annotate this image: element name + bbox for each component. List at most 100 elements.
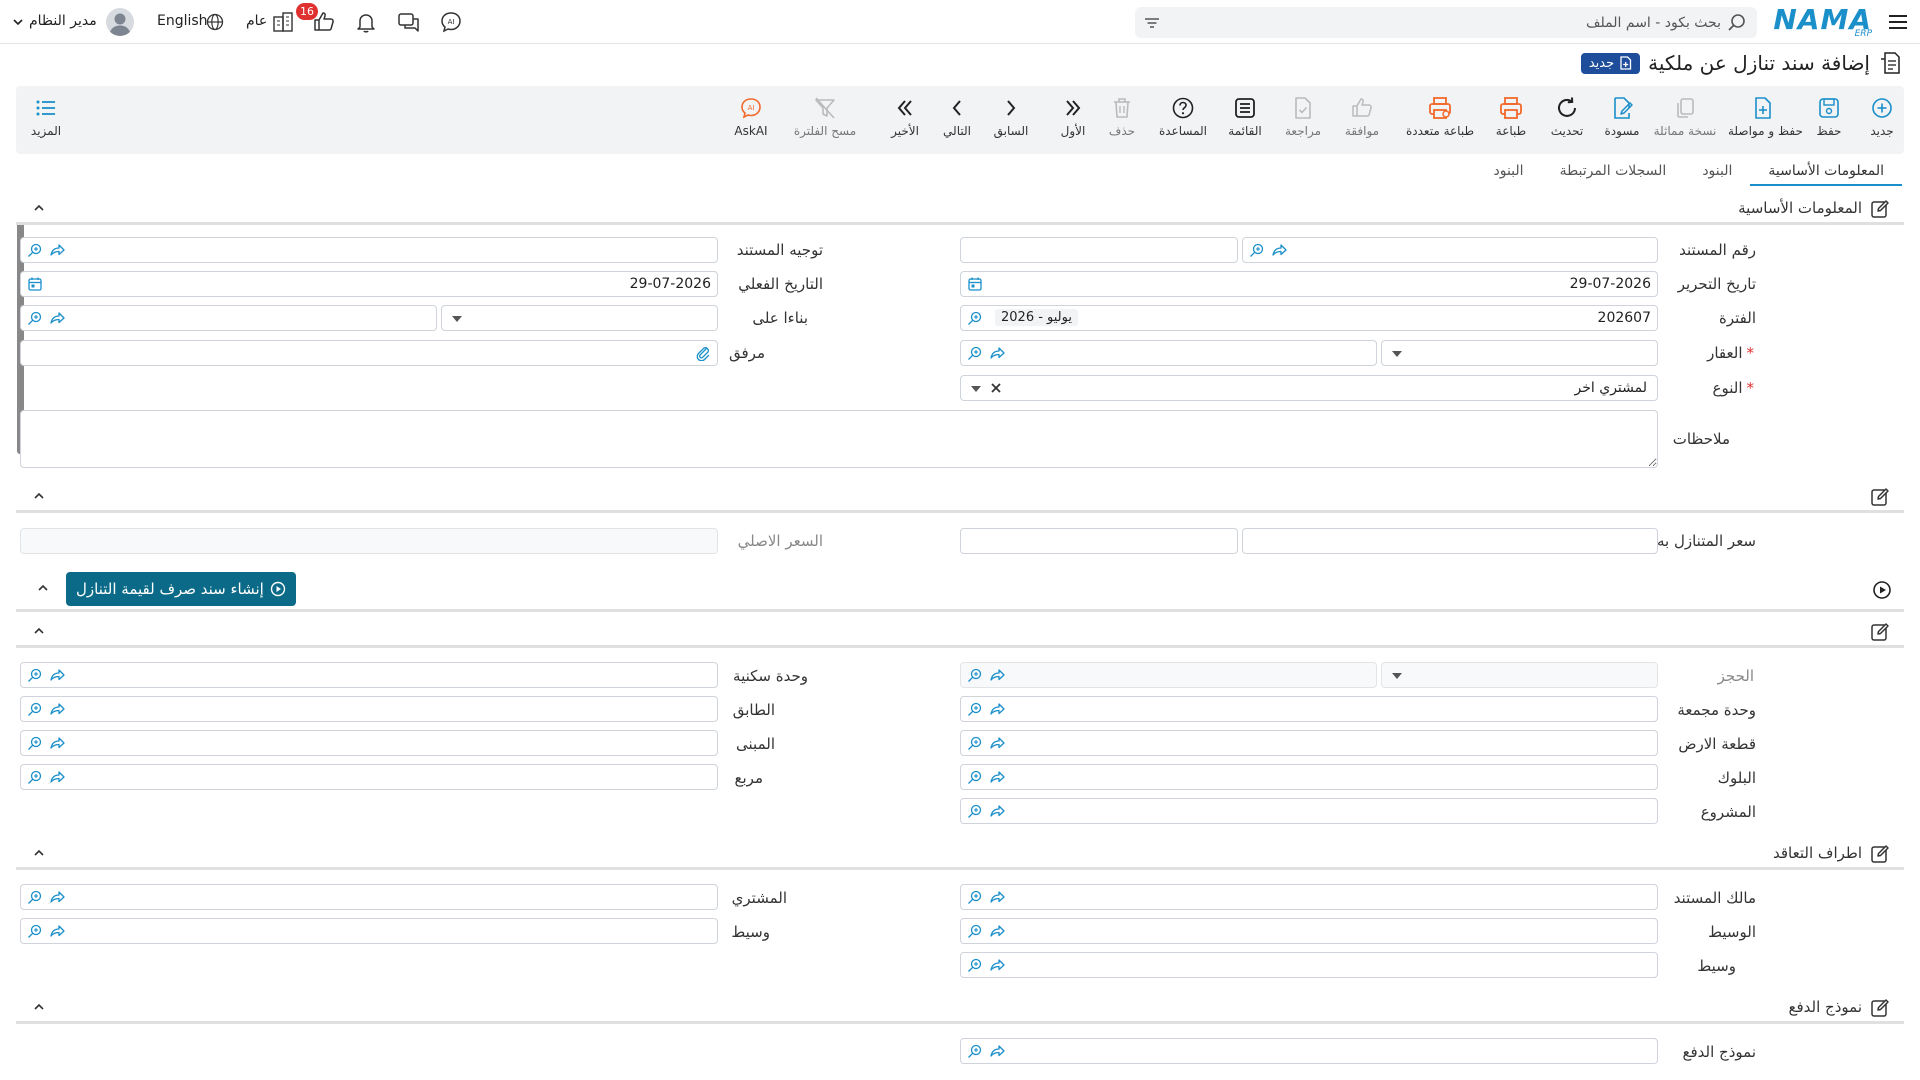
refresh-button[interactable]: تحديث xyxy=(1537,96,1597,146)
globe-icon[interactable] xyxy=(206,13,224,31)
based-on-reference-field[interactable] xyxy=(20,305,437,331)
calendar-icon[interactable] xyxy=(27,276,43,292)
copy-button[interactable]: نسخة مماثلة xyxy=(1652,96,1718,146)
draft-button[interactable]: مسودة xyxy=(1592,96,1652,146)
property-field[interactable] xyxy=(960,340,1377,366)
share-icon[interactable] xyxy=(49,242,65,258)
company-icon[interactable] xyxy=(272,11,294,33)
paperclip-icon[interactable] xyxy=(695,345,711,361)
previous-record-button[interactable]: السابق xyxy=(981,96,1041,146)
share-icon[interactable] xyxy=(49,923,65,939)
share-icon[interactable] xyxy=(989,667,1005,683)
multi-print-button[interactable]: طباعة متعددة xyxy=(1402,96,1478,146)
lookup-icon[interactable] xyxy=(27,242,43,258)
assigned-price-field[interactable] xyxy=(1242,528,1658,554)
user-avatar[interactable] xyxy=(106,8,134,36)
lookup-icon[interactable] xyxy=(967,769,983,785)
share-icon[interactable] xyxy=(49,667,65,683)
share-icon[interactable] xyxy=(989,957,1005,973)
askai-button[interactable]: AI AskAI xyxy=(721,96,781,146)
first-record-button[interactable]: الأول xyxy=(1043,96,1103,146)
property-type-select[interactable] xyxy=(1381,340,1658,366)
lookup-icon[interactable] xyxy=(1249,242,1265,258)
collapse-up-icon[interactable] xyxy=(32,489,46,503)
share-icon[interactable] xyxy=(989,889,1005,905)
land-plot-field[interactable] xyxy=(960,730,1658,756)
review-button[interactable]: مراجعة xyxy=(1273,96,1333,146)
lookup-icon[interactable] xyxy=(27,769,43,785)
clear-x-icon[interactable] xyxy=(989,381,1003,395)
share-icon[interactable] xyxy=(989,735,1005,751)
doc-number-secondary-field[interactable] xyxy=(960,237,1238,263)
lookup-icon[interactable] xyxy=(967,889,983,905)
share-icon[interactable] xyxy=(989,345,1005,361)
chevron-down-icon[interactable] xyxy=(11,15,25,29)
more-button[interactable]: المزيد xyxy=(16,96,76,146)
share-icon[interactable] xyxy=(989,1043,1005,1059)
ai-assistant-icon[interactable]: AI xyxy=(439,10,463,34)
search-icon[interactable] xyxy=(1727,13,1747,33)
share-icon[interactable] xyxy=(989,769,1005,785)
help-button[interactable]: المساعدة xyxy=(1153,96,1213,146)
list-button[interactable]: القائمة xyxy=(1215,96,1275,146)
block-field[interactable] xyxy=(960,764,1658,790)
hamburger-menu-icon[interactable] xyxy=(1886,10,1910,34)
collapse-up-icon[interactable] xyxy=(32,1000,46,1014)
project-field[interactable] xyxy=(960,798,1658,824)
collapse-up-icon[interactable] xyxy=(32,846,46,860)
broker-field[interactable] xyxy=(960,918,1658,944)
collapse-up-icon[interactable] xyxy=(32,201,46,215)
lookup-icon[interactable] xyxy=(27,310,43,326)
share-icon[interactable] xyxy=(49,310,65,326)
residential-unit-field[interactable] xyxy=(20,662,718,688)
share-icon[interactable] xyxy=(49,701,65,717)
lookup-icon[interactable] xyxy=(27,923,43,939)
lookup-icon[interactable] xyxy=(967,957,983,973)
assigned-price-secondary-field[interactable] xyxy=(960,528,1238,554)
new-button[interactable]: جديد xyxy=(1852,96,1912,146)
notes-textarea[interactable] xyxy=(20,410,1658,468)
collapse-up-icon[interactable] xyxy=(36,581,50,595)
next-record-button[interactable]: التالي xyxy=(927,96,987,146)
share-icon[interactable] xyxy=(49,735,65,751)
print-button[interactable]: طباعة xyxy=(1481,96,1541,146)
company-label[interactable]: عام xyxy=(246,13,267,29)
doc-number-field[interactable] xyxy=(1242,237,1658,263)
lookup-icon[interactable] xyxy=(967,667,983,683)
based-on-select[interactable] xyxy=(441,305,718,331)
lookup-icon[interactable] xyxy=(967,701,983,717)
save-and-continue-button[interactable]: حفظ و مواصلة xyxy=(1728,96,1803,146)
lookup-icon[interactable] xyxy=(967,310,983,326)
calendar-icon[interactable] xyxy=(967,276,983,292)
approve-button[interactable]: موافقة xyxy=(1332,96,1392,146)
share-icon[interactable] xyxy=(989,701,1005,717)
lookup-icon[interactable] xyxy=(967,735,983,751)
attachment-field[interactable] xyxy=(20,340,718,366)
lookup-icon[interactable] xyxy=(27,701,43,717)
clear-filter-button[interactable]: مسح الفلترة xyxy=(788,96,862,146)
broker2-field[interactable] xyxy=(20,918,718,944)
last-record-button[interactable]: الأخير xyxy=(875,96,935,146)
doc-owner-field[interactable] xyxy=(960,884,1658,910)
doc-direction-field[interactable] xyxy=(20,237,718,263)
combined-unit-field[interactable] xyxy=(960,696,1658,722)
search-input[interactable] xyxy=(1181,7,1721,38)
lookup-icon[interactable] xyxy=(967,1043,983,1059)
building-field[interactable] xyxy=(20,730,718,756)
collapse-up-icon[interactable] xyxy=(32,624,46,638)
save-button[interactable]: حفظ xyxy=(1799,96,1859,146)
tab-basic-info[interactable]: المعلومات الأساسية xyxy=(1750,160,1902,186)
lookup-icon[interactable] xyxy=(27,667,43,683)
actual-date-field[interactable]: 29-07-2026 xyxy=(20,271,718,297)
user-name[interactable]: مدير النظام xyxy=(29,13,97,29)
share-icon[interactable] xyxy=(49,769,65,785)
period-field[interactable]: 2026 - يوليو 202607 xyxy=(960,305,1658,331)
share-icon[interactable] xyxy=(1271,242,1287,258)
share-icon[interactable] xyxy=(989,803,1005,819)
edit-date-field[interactable]: 29-07-2026 xyxy=(960,271,1658,297)
broker3-field[interactable] xyxy=(960,952,1658,978)
create-payment-voucher-button[interactable]: إنشاء سند صرف لقيمة التنازل xyxy=(66,572,296,606)
lookup-icon[interactable] xyxy=(967,923,983,939)
tab-items-2[interactable]: البنود xyxy=(1475,160,1541,186)
notifications-bell-icon[interactable] xyxy=(354,10,378,34)
